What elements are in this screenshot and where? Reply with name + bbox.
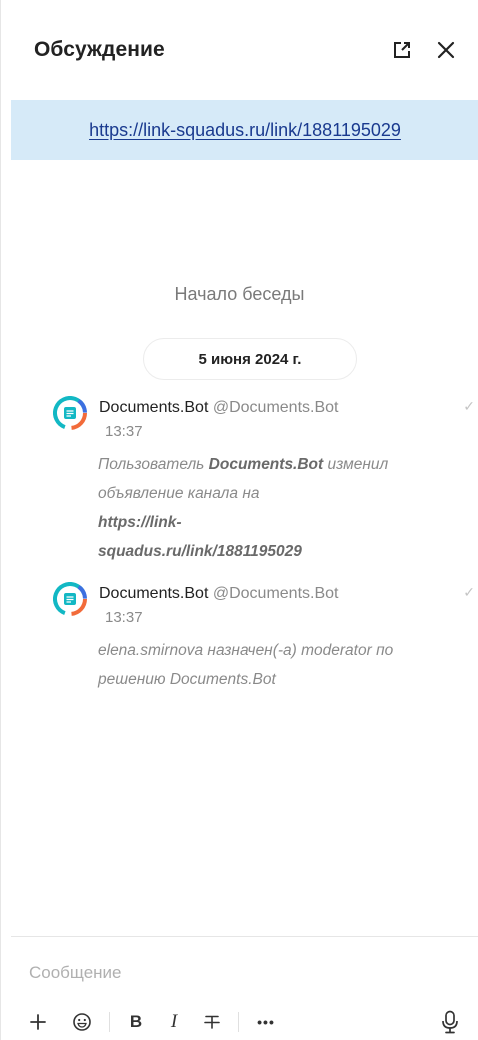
message-text: elena.smirnova назначен(-а) moderator по… [98,642,394,688]
message-input[interactable] [29,959,449,987]
toolbar-divider [238,1012,239,1032]
bot-avatar-icon [53,396,87,430]
close-button[interactable] [432,36,460,64]
message-item: Documents.Bot @Documents.Bot 13:37 ✓ Пол… [53,396,478,576]
announcement-banner: https://link-squadus.ru/link/1881195029 [11,100,478,160]
message-text: Пользователь Documents.Bot изменил объяв… [98,450,428,566]
open-in-new-icon [394,42,410,58]
read-check-icon: ✓ [463,584,475,600]
close-icon [437,41,455,59]
emoji-button[interactable] [71,1009,93,1035]
conversation-start-label: Начало беседы [174,284,305,304]
add-attachment-button[interactable] [27,1009,49,1035]
emoji-icon [73,1013,91,1031]
more-formatting-button[interactable]: ••• [249,1009,283,1035]
message-author[interactable]: Documents.Bot [99,585,208,602]
message-time: 13:37 [105,609,143,626]
italic-button[interactable]: I [164,1009,184,1035]
message-handle: @Documents.Bot [212,585,339,602]
composer-toolbar: B I ••• [27,1009,283,1035]
voice-message-button[interactable] [437,1007,463,1037]
message-meta: Documents.Bot @Documents.Bot [99,396,338,420]
message-meta: Documents.Bot @Documents.Bot [99,582,338,606]
read-check-icon: ✓ [463,398,475,414]
announcement-link[interactable]: https://link-squadus.ru/link/1881195029 [89,120,401,141]
message-time: 13:37 [105,423,143,440]
bot-avatar-icon [53,582,87,616]
plus-icon [30,1014,46,1030]
bold-button[interactable]: B [126,1009,146,1035]
open-in-new-button[interactable] [388,36,416,64]
panel-title: Обсуждение [34,38,165,61]
message-composer: B I ••• [11,936,478,1040]
toolbar-divider [109,1012,110,1032]
panel-header: Обсуждение [1,0,478,100]
strikethrough-button[interactable] [202,1009,222,1035]
message-item: Documents.Bot @Documents.Bot 13:37 ✓ ele… [53,582,478,702]
message-text-link: https://link- [98,514,182,531]
message-text-link: squadus.ru/link/1881195029 [98,543,302,560]
microphone-icon [442,1010,458,1034]
message-text-bold: Documents.Bot [208,456,324,473]
date-divider: 5 июня 2024 г. [143,338,357,380]
message-handle: @Documents.Bot [212,399,339,416]
message-text-part: Пользователь [98,456,209,473]
discussion-panel: Обсуждение https://link-squadus.ru/link/… [0,0,478,1040]
message-author[interactable]: Documents.Bot [99,399,208,416]
strikethrough-icon [204,1015,220,1029]
